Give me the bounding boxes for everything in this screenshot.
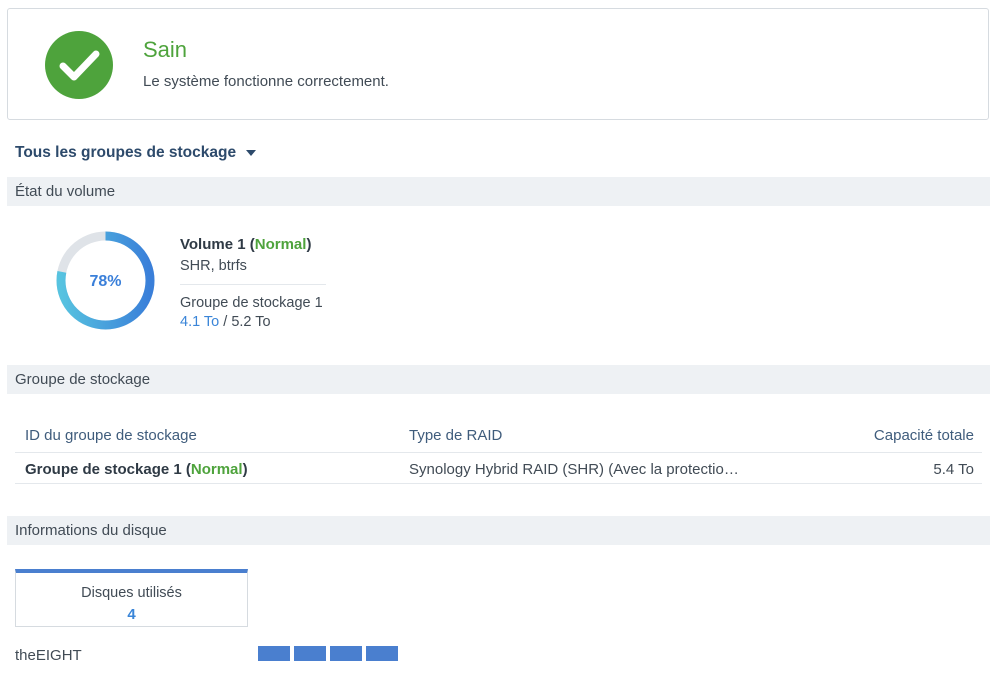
- column-header-raid-type[interactable]: Type de RAID: [409, 427, 502, 444]
- storage-group-selector[interactable]: Tous les groupes de stockage: [15, 144, 257, 162]
- table-row[interactable]: Groupe de stockage 1 (Normal) Synology H…: [15, 453, 982, 484]
- volume-divider: [180, 284, 326, 285]
- disk-host-name: theEIGHT: [15, 647, 82, 664]
- disk-info-header: Informations du disque: [7, 516, 990, 545]
- health-status-title: Sain: [143, 37, 188, 62]
- volume-name: Volume 1: [180, 236, 246, 253]
- raid-type-cell: Synology Hybrid RAID (SHR) (Avec la prot…: [409, 461, 739, 478]
- disks-used-card[interactable]: Disques utilisés 4: [15, 569, 248, 627]
- storage-pool-header: Groupe de stockage: [7, 365, 990, 394]
- volume-title[interactable]: Volume 1 (Normal): [180, 236, 326, 253]
- disk-slot[interactable]: [258, 646, 290, 661]
- health-status-description: Le système fonctionne correctement.: [143, 73, 389, 90]
- volume-usage-percent: 78%: [89, 273, 121, 290]
- capacity-cell: 5.4 To: [933, 461, 974, 478]
- table-header-row: ID du groupe de stockage Type de RAID Ca…: [15, 420, 982, 453]
- volume-capacity: 4.1 To / 5.2 To: [180, 314, 271, 330]
- column-header-total-capacity[interactable]: Capacité totale: [874, 427, 974, 444]
- disks-used-count: 4: [127, 606, 136, 623]
- volume-usage-donut: 78%: [56, 231, 155, 330]
- disks-used-label: Disques utilisés: [81, 585, 182, 601]
- caret-down-icon: [246, 150, 257, 156]
- storage-pool-table: ID du groupe de stockage Type de RAID Ca…: [15, 420, 982, 484]
- volume-status: Normal: [254, 236, 307, 253]
- check-circle-icon: [45, 31, 113, 99]
- column-header-pool-id[interactable]: ID du groupe de stockage: [25, 427, 197, 444]
- volume-pool-name: Groupe de stockage 1: [180, 295, 323, 311]
- disk-slot[interactable]: [330, 646, 362, 661]
- pool-id-cell: Groupe de stockage 1 (Normal): [25, 461, 248, 478]
- volume-total: 5.2 To: [231, 314, 271, 330]
- storage-group-selector-label: Tous les groupes de stockage: [15, 144, 237, 161]
- health-status-card: Sain Le système fonctionne correctement.: [7, 8, 989, 120]
- volume-type: SHR, btrfs: [180, 258, 247, 274]
- volume-used: 4.1 To: [180, 314, 220, 330]
- pool-status: Normal: [190, 461, 243, 478]
- disk-slots: [258, 646, 398, 661]
- disk-slot[interactable]: [294, 646, 326, 661]
- volume-info: Volume 1 (Normal) SHR, btrfs Groupe de s…: [180, 236, 326, 330]
- disk-slot[interactable]: [366, 646, 398, 661]
- volume-status-header: État du volume: [7, 177, 990, 206]
